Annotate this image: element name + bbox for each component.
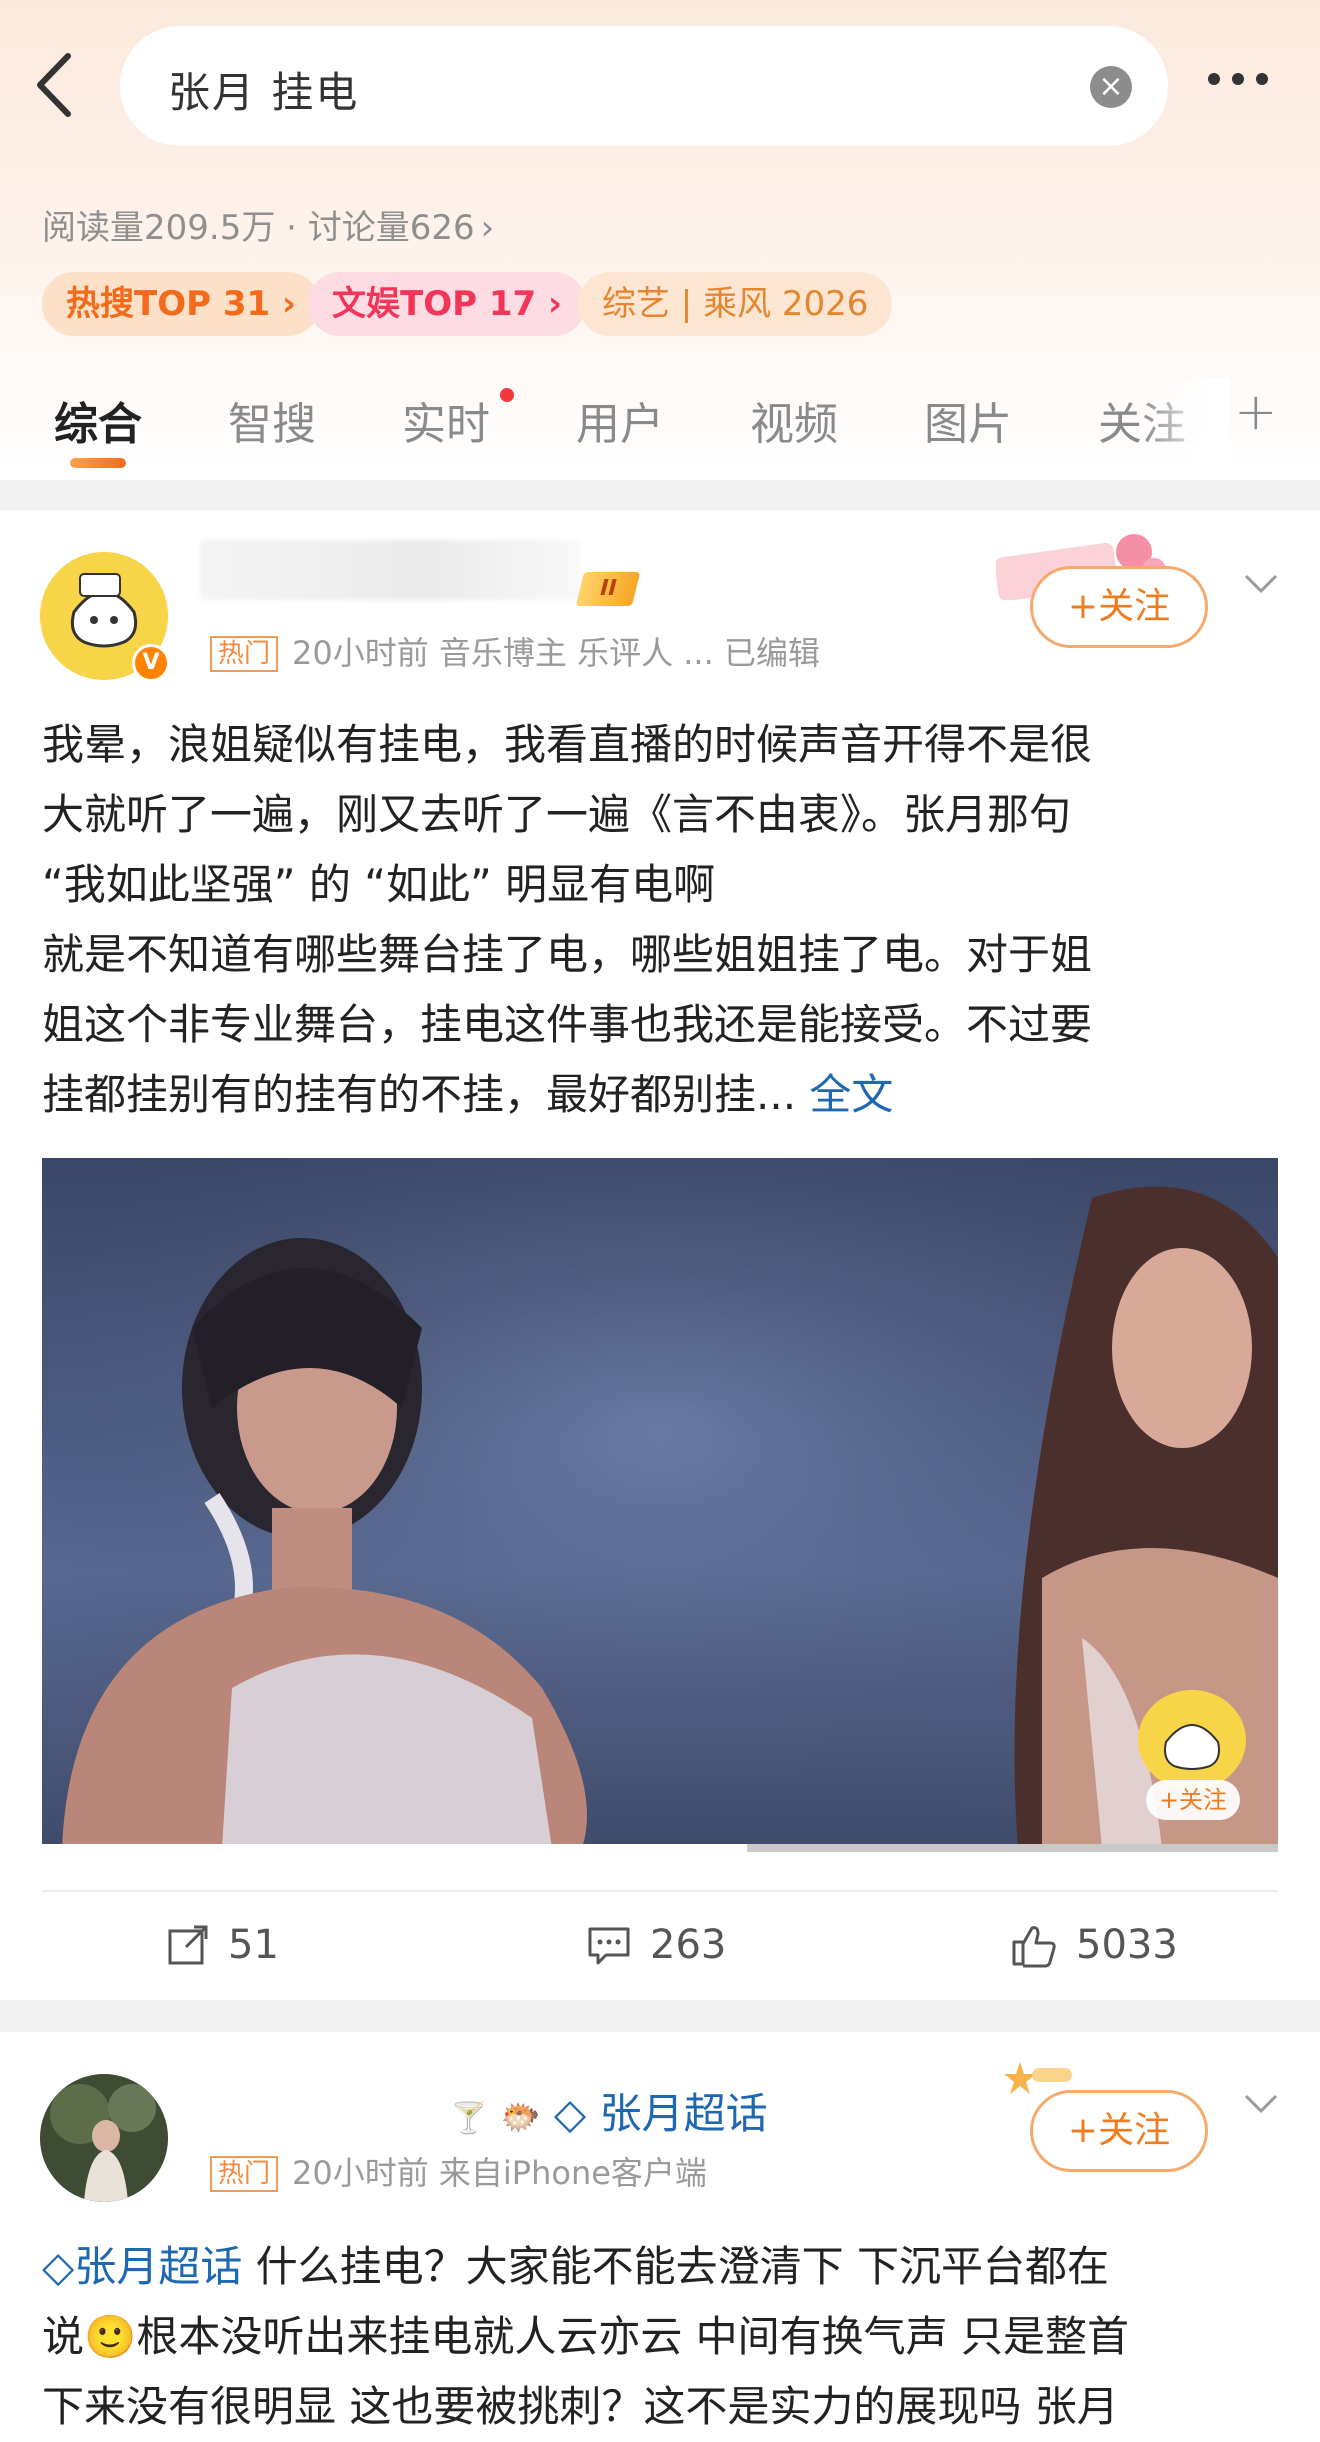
realtime-red-dot (500, 388, 514, 402)
video-frame-image (42, 1158, 1278, 1848)
star-decoration-icon (1004, 2062, 1072, 2094)
video-player[interactable] (42, 1158, 1278, 1848)
post-meta: 热门 20小时前 来自iPhone客户端 (210, 2148, 707, 2194)
tab-realtime[interactable]: 实时 (402, 388, 490, 452)
comment-icon (588, 1927, 630, 1965)
section-divider (0, 480, 1320, 510)
post-line: 就是不知道有哪些舞台挂了电，哪些姐姐挂了电。对于姐 (42, 930, 1093, 979)
smile-emoji-icon: 🙂 (84, 2312, 137, 2361)
post-line: 说 (42, 2312, 85, 2361)
post-line: 姐这个非专业舞台，挂电这件事也我还是能接受。不过要 (42, 1000, 1093, 1049)
hot-search-rank-tag[interactable]: 热搜TOP 31 › (42, 272, 321, 336)
post-line: 根本没听出来挂电就人云亦云 中间有换气声 只是整首 (136, 2312, 1130, 2361)
tab-videos[interactable]: 视频 (750, 388, 838, 452)
username-blurred[interactable] (200, 540, 580, 600)
add-tab-icon[interactable]: + (1234, 382, 1278, 442)
chevron-down-icon[interactable] (1244, 574, 1278, 594)
watermark-logo-icon (1138, 1690, 1246, 1790)
like-count: 5033 (1076, 1922, 1178, 1968)
entertainment-rank-label: 文娱TOP 17 (332, 284, 537, 324)
repost-icon (168, 1925, 208, 1965)
back-arrow-icon[interactable] (28, 50, 88, 120)
video-progress-bar[interactable] (42, 1844, 1278, 1852)
topic-stats[interactable]: 阅读量209.5万 · 讨论量626 › (42, 200, 494, 249)
hot-search-rank-label: 热搜TOP 31 (66, 284, 271, 324)
post-line: 挂都挂别有的挂有的不挂，最好都别挂... (42, 1070, 797, 1119)
cocktail-icon: 🍸 (450, 2101, 488, 2136)
post-meta-text: 20小时前 音乐博主 乐评人 ... 已编辑 (292, 634, 820, 672)
fish-badge-icon: 🐡 (500, 2098, 541, 2136)
tab-images[interactable]: 图片 (924, 388, 1012, 452)
full-text-link[interactable]: 全文 (809, 1070, 893, 1119)
super-topic-name-text: 张月超话 (599, 2089, 768, 2138)
active-tab-indicator (70, 458, 126, 468)
video-progress-fill (42, 1844, 747, 1852)
comment-button[interactable]: 263 (586, 1915, 726, 1975)
level-badge-icon: II (575, 572, 641, 606)
search-tabs: 综合 智搜 实时 用户 视频 图片 关注 + (0, 378, 1320, 478)
chevron-right-icon: › (480, 208, 495, 248)
search-query-text: 张月 挂电 (168, 68, 360, 117)
verified-badge-icon: V (132, 644, 170, 682)
comment-count: 263 (650, 1922, 727, 1968)
post-line: 大就听了一遍，刚又去听了一遍《言不由衷》。张月那句 (42, 790, 1072, 839)
like-thumb-icon (1012, 1926, 1056, 1968)
tab-comprehensive[interactable]: 综合 (54, 388, 142, 452)
post-line: 下来没有很明显 这也要被挑刺？这不是实力的展现吗 张月 (42, 2382, 1119, 2431)
tab-fade-overlay (1140, 378, 1230, 468)
post-body[interactable]: ◇张月超话 什么挂电？大家能不能去澄清下 下沉平台都在 说🙂根本没听出来挂电就人… (42, 2232, 1282, 2442)
stats-text: 阅读量209.5万 · 讨论量626 (42, 208, 475, 248)
variety-show-label: 综艺 | 乘风 2026 (602, 284, 869, 324)
post-action-divider (42, 1890, 1278, 1892)
repost-count: 51 (228, 1922, 279, 1968)
watermark-follow-button[interactable]: +关注 (1146, 1780, 1240, 1820)
level-badge-text: II (596, 576, 620, 601)
super-topic-link[interactable]: ◇张月超话 (42, 2242, 242, 2291)
super-topic-link-text: 张月超话 (74, 2242, 243, 2291)
like-button[interactable]: 5033 (1010, 1915, 1178, 1975)
chevron-down-icon[interactable] (1244, 2094, 1278, 2114)
tab-users[interactable]: 用户 (576, 388, 664, 452)
avatar[interactable] (40, 2074, 168, 2202)
post-line: 我晕，浪姐疑似有挂电，我看直播的时候声音开得不是很 (42, 720, 1093, 769)
hot-label: 热门 (210, 2156, 279, 2192)
more-options-icon[interactable] (1208, 70, 1280, 100)
hot-label: 热门 (210, 636, 279, 672)
clear-icon[interactable]: × (1090, 66, 1132, 108)
post-line: “我如此坚强” 的 “如此” 明显有电啊 (42, 860, 716, 909)
post-body[interactable]: 我晕，浪姐疑似有挂电，我看直播的时候声音开得不是很 大就听了一遍，刚又去听了一遍… (42, 710, 1282, 1130)
super-topic-name[interactable]: 🍸 🐡 ◇ 张月超话 (450, 2080, 768, 2141)
variety-show-tag[interactable]: 综艺 | 乘风 2026 (578, 272, 893, 336)
tab-smart-search[interactable]: 智搜 (228, 388, 316, 452)
post-meta: 热门 20小时前 音乐博主 乐评人 ... 已编辑 (210, 628, 820, 674)
search-input[interactable]: 张月 挂电 × (120, 26, 1168, 146)
entertainment-rank-tag[interactable]: 文娱TOP 17 › (308, 272, 587, 336)
repost-button[interactable]: 51 (166, 1915, 279, 1975)
follow-button[interactable]: +关注 (1030, 566, 1208, 648)
post-meta-text: 20小时前 来自iPhone客户端 (292, 2154, 707, 2192)
post-line: 什么挂电？大家能不能去澄清下 下沉平台都在 (242, 2242, 1110, 2291)
diamond-icon: ◇ (553, 2089, 587, 2138)
section-divider (0, 2000, 1320, 2032)
